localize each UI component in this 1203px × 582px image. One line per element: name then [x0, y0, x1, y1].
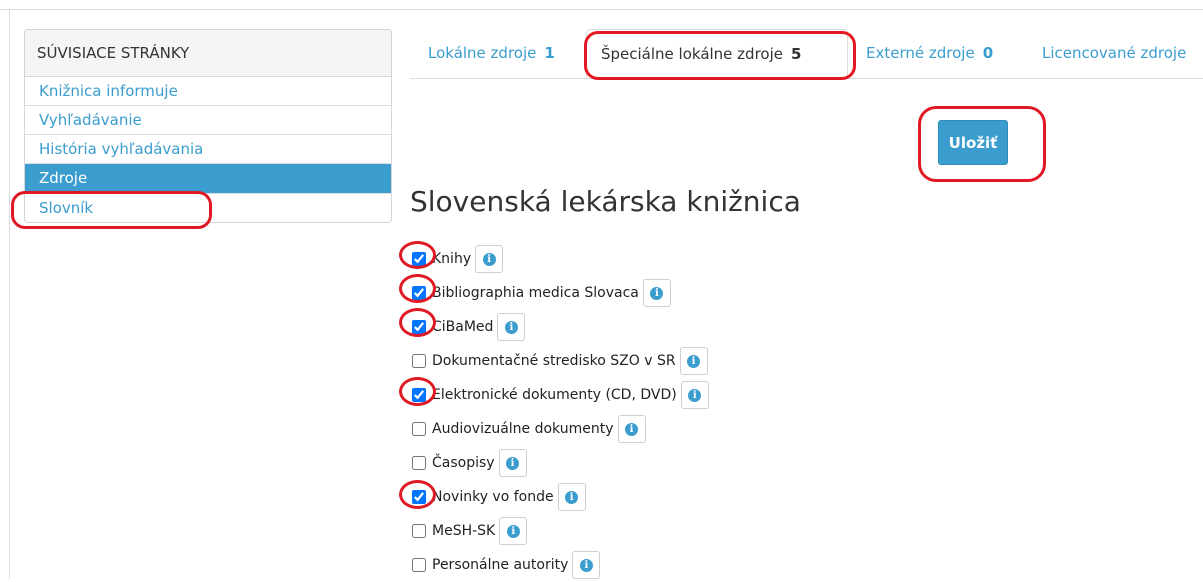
info-button[interactable]: i: [572, 551, 601, 579]
list-item: MeSH-SK i: [407, 514, 709, 548]
info-circle-icon: i: [650, 286, 664, 300]
list-item: Časopisy i: [407, 446, 709, 480]
info-button[interactable]: i: [475, 245, 504, 273]
source-label: Knihy: [432, 251, 472, 267]
list-item: Dokumentačné stredisko SZO v SR i: [407, 344, 709, 378]
save-button[interactable]: Uložiť: [938, 120, 1008, 165]
info-button[interactable]: i: [617, 415, 646, 443]
info-circle-icon: i: [506, 456, 520, 470]
list-item: Elektronické dokumenty (CD, DVD) i: [407, 378, 709, 412]
source-label: Bibliographia medica Slovaca: [432, 285, 639, 301]
library-title: Slovenská lekárska knižnica: [410, 185, 801, 218]
source-checkbox-cibamed[interactable]: [412, 320, 426, 334]
info-button[interactable]: i: [680, 381, 709, 409]
sources-list: Knihy i Bibliographia medica Slovaca i C…: [407, 242, 709, 582]
info-circle-icon: i: [482, 252, 496, 266]
source-checkbox-elektronicke-dokumenty[interactable]: [412, 388, 426, 402]
sidebar-item-sources[interactable]: Zdroje: [25, 164, 391, 194]
sidebar-item-library-news[interactable]: Knižnica informuje: [25, 77, 391, 106]
list-item: Knihy i: [407, 242, 709, 276]
info-button[interactable]: i: [497, 313, 526, 341]
info-button[interactable]: i: [557, 483, 586, 511]
info-button[interactable]: i: [679, 347, 708, 375]
tab-count: 0: [982, 44, 994, 62]
source-label: CiBaMed: [432, 319, 494, 335]
sidebar-header: SÚVISIACE STRÁNKY: [25, 30, 391, 77]
list-item: Bibliographia medica Slovaca i: [407, 276, 709, 310]
source-label: Audiovizuálne dokumenty: [432, 421, 614, 437]
tab-local-sources[interactable]: Lokálne zdroje 1: [428, 29, 555, 78]
sidebar-item-search-history[interactable]: História vyhľadávania: [25, 135, 391, 164]
source-checkbox-novinky-vo-fonde[interactable]: [412, 490, 426, 504]
source-checkbox-knihy[interactable]: [412, 252, 426, 266]
list-item: Novinky vo fonde i: [407, 480, 709, 514]
tab-count: 1: [544, 44, 555, 62]
info-circle-icon: i: [579, 558, 593, 572]
source-checkbox-mesh-sk[interactable]: [412, 524, 426, 538]
tab-label: Špeciálne lokálne zdroje: [601, 45, 783, 63]
info-circle-icon: i: [688, 388, 702, 402]
info-circle-icon: i: [687, 354, 701, 368]
source-label: MeSH-SK: [432, 523, 496, 539]
tab-external-sources[interactable]: Externé zdroje 0: [866, 29, 993, 78]
source-label: Novinky vo fonde: [432, 489, 554, 505]
list-item: Personálne autority i: [407, 548, 709, 582]
info-button[interactable]: i: [499, 517, 528, 545]
tab-label: Licencované zdroje: [1042, 44, 1187, 62]
top-divider: [0, 9, 1203, 10]
source-label: Personálne autority: [432, 557, 569, 573]
info-button[interactable]: i: [498, 449, 527, 477]
left-divider: [9, 9, 10, 579]
source-checkbox-audiovizualne-dokumenty[interactable]: [412, 422, 426, 436]
info-circle-icon: i: [506, 524, 520, 538]
info-circle-icon: i: [504, 320, 518, 334]
source-tabs: Lokálne zdroje 1 Špeciálne lokálne zdroje…: [410, 29, 1203, 79]
source-checkbox-bibliographia[interactable]: [412, 286, 426, 300]
source-label: Dokumentačné stredisko SZO v SR: [432, 353, 676, 369]
tab-count: 5: [791, 45, 802, 63]
tab-label: Externé zdroje: [866, 44, 975, 62]
list-item: Audiovizuálne dokumenty i: [407, 412, 709, 446]
tab-label: Lokálne zdroje: [428, 44, 537, 62]
source-label: Elektronické dokumenty (CD, DVD): [432, 387, 677, 403]
sidebar-item-dictionary[interactable]: Slovník: [25, 194, 391, 222]
info-button[interactable]: i: [642, 279, 671, 307]
info-circle-icon: i: [625, 422, 638, 436]
tab-licensed-sources[interactable]: Licencované zdroje: [1042, 29, 1186, 78]
related-pages-panel: SÚVISIACE STRÁNKY Knižnica informuje Vyh…: [24, 29, 392, 223]
tab-special-local-sources[interactable]: Špeciálne lokálne zdroje 5: [586, 29, 848, 78]
sidebar-item-search[interactable]: Vyhľadávanie: [25, 106, 391, 135]
info-circle-icon: i: [565, 490, 579, 504]
source-checkbox-casopisy[interactable]: [412, 456, 426, 470]
source-checkbox-personalne-autority[interactable]: [412, 558, 426, 572]
list-item: CiBaMed i: [407, 310, 709, 344]
source-label: Časopisy: [432, 455, 495, 471]
source-checkbox-dokumentacne-stredisko[interactable]: [412, 354, 426, 368]
